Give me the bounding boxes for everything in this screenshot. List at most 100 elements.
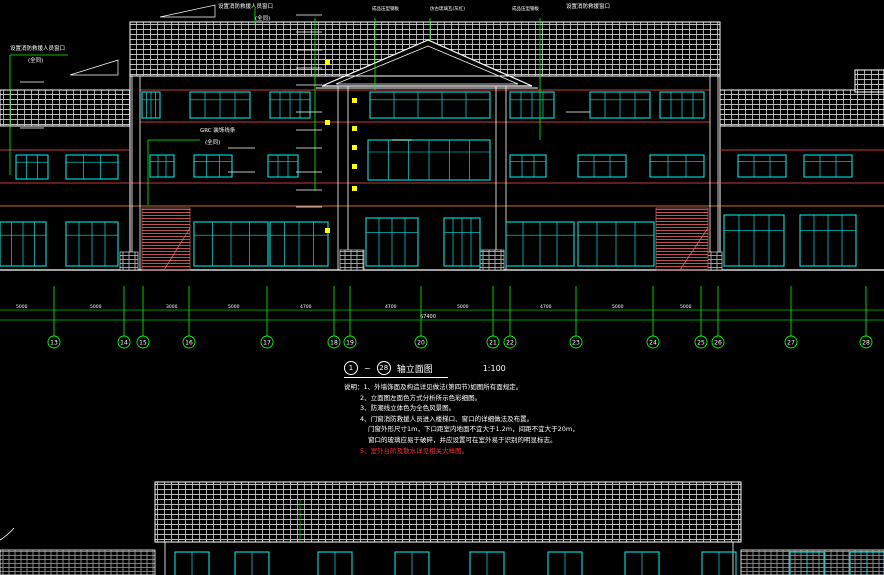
elevation-drawing: 67400 13 14 15 16 17 18 19 20 21 22 23 24 25 26 27 28 5…	[0, 4, 884, 575]
dimension-label: 4700	[540, 304, 552, 310]
window-central-top	[369, 91, 491, 119]
axis-bubble-25: 25	[694, 286, 708, 349]
dimension-label: 5000	[612, 304, 624, 310]
window-lower	[469, 551, 505, 575]
dimension-label: 4700	[385, 304, 397, 310]
window-top	[509, 91, 555, 119]
title-text: 轴立面图	[396, 364, 433, 375]
axis-label: 14	[120, 340, 128, 347]
dimension-label: 5000	[457, 304, 469, 310]
label-sheet-c: 成品压型钢板	[512, 7, 539, 12]
window-upper	[577, 154, 627, 178]
dimension-label: 5000	[90, 304, 102, 310]
window-top	[589, 91, 651, 119]
sheet-title: 1 ~ 28 轴立面图 1:100	[344, 360, 506, 378]
total-dimension: 67400	[420, 314, 436, 320]
door-ground	[577, 221, 655, 267]
design-notes: 说明：1、外墙饰面及构造详见做法(第四节)如图所有面规定。 2、立面图左面色方式…	[344, 382, 579, 456]
window-upper	[509, 154, 547, 178]
dimension-label: 5000	[16, 304, 28, 310]
window-top	[659, 91, 705, 119]
label-fire-window-a: 设置消防救援人员窗口	[218, 4, 274, 10]
window-upper	[267, 154, 299, 178]
axis-label: 20	[417, 340, 425, 347]
label-fire-window-c: 设置消防救援窗口	[566, 4, 611, 10]
axis-label: 21	[489, 340, 497, 347]
window-central	[367, 139, 491, 181]
axis-bubble-27: 27	[784, 286, 798, 349]
door-ground	[365, 217, 419, 267]
note-line: 门窗外形尺寸1m，下口距室内地面不宜大于1.2m，间距不宜大于20m，	[368, 425, 579, 434]
window-upper	[193, 154, 233, 178]
axis-label: 18	[330, 340, 338, 347]
axis-bubble-15: 15	[136, 286, 150, 349]
door-ground	[505, 221, 575, 267]
note-line: 3、防潮线立体色为全色风景图。	[360, 404, 456, 413]
axis-label: 24	[649, 340, 657, 347]
axis-label: 16	[185, 340, 193, 347]
axis-group: 13 14 15 16 17 18 19 20 21 22 23 24 25 26 27 28	[47, 286, 873, 349]
axis-bubble-28: 28	[859, 286, 873, 349]
title-underline	[344, 377, 448, 378]
dimension-label: 5000	[228, 304, 240, 310]
axis-label: 22	[506, 340, 514, 347]
dimension-label: 5000	[680, 304, 692, 310]
note-line-red: 5、室外台阶及散水详见相关大样图。	[360, 446, 469, 455]
axis-label: 13	[50, 340, 58, 347]
door-ground	[443, 217, 481, 267]
window-lower	[234, 551, 270, 575]
label-accent-line: GRC 装饰线条	[200, 128, 236, 134]
label-all-b: (全同)	[28, 58, 44, 64]
window-top	[189, 91, 251, 119]
axis-bubble-21: 21	[486, 286, 500, 349]
axis-bubble-24: 24	[646, 286, 660, 349]
window-upper	[649, 154, 705, 178]
label-sheet-b: 仿古琉璃瓦(灰红)	[430, 7, 466, 12]
label-fire-window-b: 设置消防救援人员窗口	[10, 46, 66, 52]
axis-bubble-22: 22	[503, 286, 517, 349]
note-line: 说明：1、外墙饰面及构造详见做法(第四节)如图所有面规定。	[344, 383, 523, 391]
axis-label: 25	[697, 340, 705, 347]
axis-label: 15	[139, 340, 147, 347]
dimension-line: 67400	[0, 309, 884, 321]
window-upper	[803, 154, 853, 178]
axis-label: 27	[787, 340, 795, 347]
window-top	[269, 91, 311, 119]
title-scale: 1:100	[482, 363, 506, 373]
title-dash: ~	[364, 363, 371, 373]
label-sheet-a: 成品压型钢板	[372, 7, 399, 12]
label-all-a: (全同)	[255, 16, 271, 22]
stairs	[141, 207, 709, 271]
window-top	[141, 91, 161, 119]
note-line: 4、门窗消防救援人员进入楼梯口、窗口的详细做法及布置。	[360, 414, 534, 423]
brick-plinths	[119, 249, 723, 271]
axis-label: 28	[862, 340, 870, 347]
dimension-label: 4700	[300, 304, 312, 310]
axis-label: 23	[572, 340, 580, 347]
axis-bubble-23: 23	[569, 286, 583, 349]
door-ground	[799, 214, 857, 267]
door-ground	[723, 214, 785, 267]
window-lower	[624, 551, 660, 575]
window-upper	[65, 154, 119, 180]
window-lower	[394, 551, 430, 575]
door-ground	[269, 221, 329, 267]
note-line: 2、立面图左面色方式分析所示色彩细图。	[360, 393, 482, 402]
label-all-c: (全同)	[205, 140, 221, 146]
window-lower	[701, 551, 737, 575]
window-lower	[174, 551, 210, 575]
axis-label: 19	[346, 340, 354, 347]
window-lower	[547, 551, 583, 575]
lower-elevation	[0, 481, 884, 575]
door-ground	[193, 221, 269, 267]
axis-bubble-13: 13	[47, 286, 61, 349]
dimension-labels: 5000 5000 3000 5000 4700 4700 5000 4700 5000 5000	[16, 304, 692, 310]
door-ground	[65, 221, 119, 267]
door-ground	[0, 221, 47, 267]
note-line: 窗口的玻璃应易于破碎，并应设置可在室外易于识别的明显标志。	[368, 435, 557, 444]
window-upper	[15, 154, 49, 180]
dimension-label: 3000	[166, 304, 178, 310]
window-upper	[737, 154, 787, 178]
title-axis-from: 1	[344, 361, 358, 375]
axis-bubble-16: 16	[182, 286, 196, 349]
